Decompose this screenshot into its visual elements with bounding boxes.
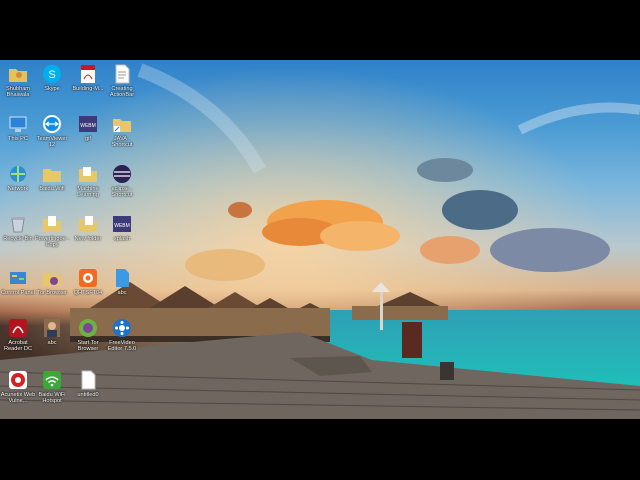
icon-label: QHTSFT04 — [73, 290, 103, 296]
network-icon — [10, 166, 26, 182]
desktop-icon-shubham[interactable]: Shubham Bhaiwala — [0, 64, 36, 99]
icon-label: Baidu Wifi — [39, 186, 65, 192]
icon-label: Acrobat Reader DC — [4, 340, 32, 353]
desktop-icon-untitled0[interactable]: untitled0 — [70, 370, 106, 398]
icon-label: FreeVideo Editor 7.5.0 — [107, 340, 137, 353]
icon-label: Machine Learning — [77, 186, 99, 199]
icon-label: splash — [113, 236, 131, 242]
desktop-icon-abc-photo[interactable]: abc — [34, 318, 70, 346]
icon-label: Creating ActionBar — [109, 86, 135, 99]
desktop-icon-eclipse[interactable]: eclipse - Shortcut — [104, 164, 140, 199]
photo-icon — [44, 319, 60, 337]
icon-label: Acunetix Web Vulne... — [0, 392, 36, 405]
desktop-icon-new-folder[interactable]: New folder — [70, 214, 106, 242]
desktop-icon-this-pc[interactable]: This PC — [0, 114, 36, 142]
icon-label: Recycle Bin — [3, 236, 33, 242]
icon-label: Control Panel — [1, 290, 35, 296]
desktop-icon-teamviewer[interactable]: TeamViewer 12 — [34, 114, 70, 149]
desktop-icon-java-shortcut[interactable]: JAVA - Shortcut — [104, 114, 140, 149]
recycle-bin-icon — [11, 217, 25, 233]
icon-label: This PC — [8, 136, 28, 142]
teamviewer-icon — [43, 115, 61, 133]
icon-label: gif — [85, 136, 91, 142]
desktop-icon-baidu-wifi[interactable]: Baidu Wifi — [34, 164, 70, 192]
desktop-icon-splash[interactable]: WEBM splash — [104, 214, 140, 242]
desktop-icon-free-video-editor[interactable]: FreeVideo Editor 7.5.0 — [104, 318, 140, 353]
desktop-icon-machine-learning[interactable]: Machine Learning — [70, 164, 106, 199]
desktop-icon-acrobat[interactable]: Acrobat Reader DC — [0, 318, 36, 353]
icon-label: Shubham Bhaiwala — [6, 86, 30, 99]
icon-label: Network — [7, 186, 29, 192]
folder-icon — [43, 169, 61, 182]
blue-file-icon — [116, 269, 129, 287]
acunetix-icon — [9, 371, 27, 389]
svg-text:WEBM: WEBM — [114, 223, 130, 229]
tor-start-icon — [79, 319, 97, 337]
icon-label: Tor Browser — [37, 290, 67, 296]
video-editor-icon — [113, 319, 131, 337]
icon-label: Skype — [44, 86, 60, 92]
desktop-icon-network[interactable]: Network — [0, 164, 36, 192]
folder-icon — [79, 167, 97, 182]
acrobat-icon — [9, 319, 27, 337]
tor-browser-icon — [43, 273, 61, 286]
folder-shortcut-icon — [113, 119, 131, 132]
icon-label: untitled0 — [77, 392, 99, 398]
icon-label: JAVA - Shortcut — [111, 136, 133, 149]
desktop-icon-abc-file[interactable]: abc — [104, 268, 140, 296]
desktop-icon-baidu-hotspot[interactable]: Baidu WiFi Hotspot — [34, 370, 70, 405]
icon-label: Baidu WiFi Hotspot — [38, 392, 66, 405]
webm-icon: WEBM — [113, 216, 131, 232]
eclipse-icon — [113, 165, 131, 183]
folder-icon — [43, 216, 61, 232]
folder-user-icon — [9, 69, 27, 82]
icon-label: TeamViewer 12 — [36, 136, 68, 149]
icon-label: abc — [117, 290, 127, 296]
svg-text:S: S — [48, 69, 55, 81]
folder-icon — [79, 216, 97, 232]
desktop-icon-recycle-bin[interactable]: Recycle Bin — [0, 214, 36, 242]
desktop-icon-qhtsft04[interactable]: QHTSFT04 — [70, 268, 106, 296]
icon-label: Powerlingoe - Copy — [34, 236, 70, 249]
desktop-icon-creating-actionbar[interactable]: Creating ActionBar — [104, 64, 140, 99]
icon-label: abc — [47, 340, 57, 346]
document-icon — [115, 64, 130, 84]
qht-icon — [79, 269, 97, 287]
desktop-icon-start-tor[interactable]: Start Tor Browser — [70, 318, 106, 353]
icon-label: Start Tor Browser — [77, 340, 99, 353]
desktop-icon-skype[interactable]: S Skype — [34, 64, 70, 92]
icon-label: New folder — [74, 236, 102, 242]
pdf-icon — [81, 65, 95, 83]
skype-icon: S — [43, 65, 61, 83]
desktop-icon-powerlingoe[interactable]: Powerlingoe - Copy — [34, 214, 70, 249]
desktop-icon-acunetix[interactable]: Acunetix Web Vulne... — [0, 370, 36, 405]
control-panel-icon — [10, 272, 26, 284]
icon-label: eclipse - Shortcut — [111, 186, 133, 199]
svg-text:WEBM: WEBM — [80, 123, 96, 129]
blank-file-icon — [81, 370, 96, 390]
webm-icon: WEBM — [79, 116, 97, 132]
desktop-icon-building-pdf[interactable]: Building-M... — [70, 64, 106, 92]
desktop[interactable]: Shubham Bhaiwala This PC Network Recycle… — [0, 60, 640, 419]
desktop-icon-tor-browser[interactable]: Tor Browser — [34, 268, 70, 296]
computer-icon — [9, 116, 27, 132]
desktop-icon-control-panel[interactable]: Control Panel — [0, 268, 36, 296]
desktop-icon-gif[interactable]: WEBM gif — [70, 114, 106, 142]
wifi-icon — [43, 371, 61, 389]
icon-label: Building-M... — [72, 86, 104, 92]
